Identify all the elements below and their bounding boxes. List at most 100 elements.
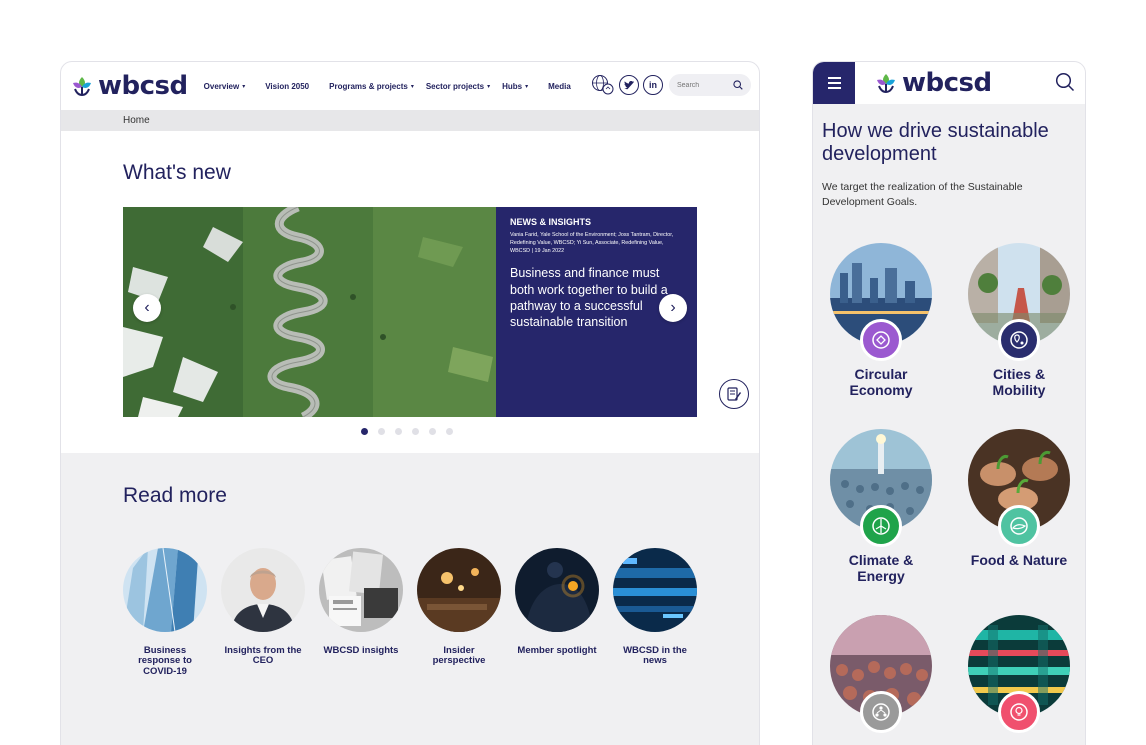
news-carousel: NEWS & INSIGHTS Vania Farid, Yale School… (123, 207, 697, 417)
linkedin-glyph: in (649, 80, 657, 90)
read-more-label: Insights from the CEO (224, 645, 302, 667)
caret-down-icon: ▾ (525, 83, 529, 90)
carousel-pagination (361, 428, 453, 435)
ceo-portrait-thumbnail (221, 548, 305, 632)
whats-new-title: What's new (123, 161, 231, 184)
carousel-dot[interactable] (429, 428, 436, 435)
nav-item-sector-projects[interactable]: Sector projects ▾ (426, 82, 490, 91)
goal-climate-energy[interactable]: Climate & Energy (830, 429, 932, 584)
breadcrumb-home[interactable]: Home (123, 115, 150, 126)
nav-item-overview[interactable]: Overview ▾ (204, 82, 246, 91)
menu-line (827, 86, 841, 89)
read-more-item[interactable]: WBCSD insights (319, 548, 403, 677)
chevron-left-icon: ‹ (144, 299, 150, 316)
menu-line (827, 77, 841, 80)
location-pin-icon (998, 319, 1040, 361)
goal-redefining-value[interactable] (968, 615, 1070, 733)
hamburger-menu-button[interactable] (813, 62, 855, 104)
businessman-thumbnail (515, 548, 599, 632)
goal-label: Circular Economy (849, 366, 913, 399)
mobile-section-description: We target the realization of the Sustain… (822, 181, 1023, 209)
caret-down-icon: ▾ (487, 83, 491, 90)
read-more-label: Insider perspective (432, 645, 486, 667)
carousel-dot[interactable] (395, 428, 402, 435)
carousel-next-button[interactable]: › (659, 294, 687, 322)
news-headline: Business and finance must both work toge… (510, 266, 668, 330)
caret-down-icon: ▾ (242, 83, 246, 90)
site-logo[interactable]: wbcsd (69, 71, 188, 101)
read-more-label: Business response to COVID-19 (138, 645, 192, 677)
nav-label: Overview (203, 81, 240, 91)
goal-label: Climate & Energy (848, 552, 914, 585)
logo-text: wbcsd (98, 71, 188, 101)
read-more-item[interactable]: Member spotlight (515, 548, 599, 677)
whats-new-section: What's new NEWS & INSIGHTS Vania Farid, … (61, 131, 759, 453)
goal-label: Cities & Mobility (992, 366, 1046, 399)
carousel-dot[interactable] (446, 428, 453, 435)
search-icon[interactable] (1055, 72, 1075, 92)
read-more-label: WBCSD in the news (623, 645, 687, 667)
carousel-dot[interactable] (361, 428, 368, 435)
site-header: wbcsd Overview ▾ Vision 2050 Programs & p… (61, 62, 759, 110)
wind-turbine-icon (860, 505, 902, 547)
mobile-page: wbcsd How we drive sustainable developme… (812, 61, 1086, 745)
main-nav: Overview ▾ Vision 2050 Programs & project… (204, 82, 591, 91)
carousel-dot[interactable] (412, 428, 419, 435)
goal-circular-economy[interactable]: Circular Economy (830, 243, 932, 398)
mobile-logo[interactable]: wbcsd (873, 68, 992, 98)
lightbulb-icon (998, 691, 1040, 733)
linkedin-icon[interactable]: in (643, 75, 663, 95)
magazines-thumbnail (319, 548, 403, 632)
circular-economy-icon (860, 319, 902, 361)
read-more-item[interactable]: Insights from the CEO (221, 548, 305, 677)
mobile-header: wbcsd (813, 62, 1085, 104)
goal-label: Food & Nature (970, 552, 1068, 568)
nav-item-hubs[interactable]: Hubs ▾ (502, 82, 528, 91)
nav-item-media[interactable]: Media (548, 82, 571, 91)
edit-note-icon (727, 387, 741, 401)
nav-label: Programs & projects (329, 81, 408, 91)
caret-down-icon: ▾ (410, 83, 414, 90)
globe-language-icon[interactable] (591, 74, 615, 96)
menu-line (827, 82, 841, 84)
header-utilities: in (591, 74, 751, 96)
search-field[interactable] (669, 74, 751, 96)
read-more-label: WBCSD insights (323, 645, 399, 656)
nav-item-programs[interactable]: Programs & projects ▾ (329, 82, 414, 91)
goal-people[interactable] (830, 615, 932, 733)
goal-food-nature[interactable]: Food & Nature (968, 429, 1070, 568)
goal-cities-mobility[interactable]: Cities & Mobility (968, 243, 1070, 398)
read-more-title: Read more (123, 484, 227, 507)
nav-item-vision-2050[interactable]: Vision 2050 (265, 82, 309, 91)
people-network-icon (860, 691, 902, 733)
nature-leaf-icon (998, 505, 1040, 547)
desktop-page: wbcsd Overview ▾ Vision 2050 Programs & p… (60, 61, 760, 745)
search-icon[interactable] (733, 80, 743, 90)
nav-label: Media (548, 81, 571, 91)
search-input[interactable] (677, 81, 727, 89)
news-meta: Vania Farid, Yale School of the Environm… (510, 232, 674, 254)
chevron-right-icon: › (670, 299, 676, 316)
carousel-image-mountain-road[interactable] (123, 207, 496, 417)
wbcsd-logo-icon (877, 74, 895, 94)
read-more-item[interactable]: WBCSD in the news (613, 548, 697, 677)
read-more-list: Business response to COVID-19 Insights f… (123, 548, 697, 677)
twitter-icon[interactable] (619, 75, 639, 95)
read-more-item[interactable]: Insider perspective (417, 548, 501, 677)
logo-text: wbcsd (902, 68, 992, 98)
interior-thumbnail (417, 548, 501, 632)
read-more-section: Read more Business response to COVID-19 … (61, 453, 759, 745)
data-screens-thumbnail (613, 548, 697, 632)
read-more-item[interactable]: Business response to COVID-19 (123, 548, 207, 677)
read-more-label: Member spotlight (517, 645, 597, 656)
mountain-road-image (123, 207, 496, 417)
nav-label: Hubs (502, 81, 523, 91)
carousel-prev-button[interactable]: ‹ (133, 294, 161, 322)
carousel-dot[interactable] (378, 428, 385, 435)
wbcsd-logo-icon (70, 74, 94, 98)
skyscraper-thumbnail (123, 548, 207, 632)
news-category: NEWS & INSIGHTS (510, 217, 592, 227)
nav-label: Vision 2050 (265, 81, 310, 91)
feedback-edit-button[interactable] (719, 379, 749, 409)
mobile-section-title: How we drive sustainable development (822, 120, 1049, 165)
